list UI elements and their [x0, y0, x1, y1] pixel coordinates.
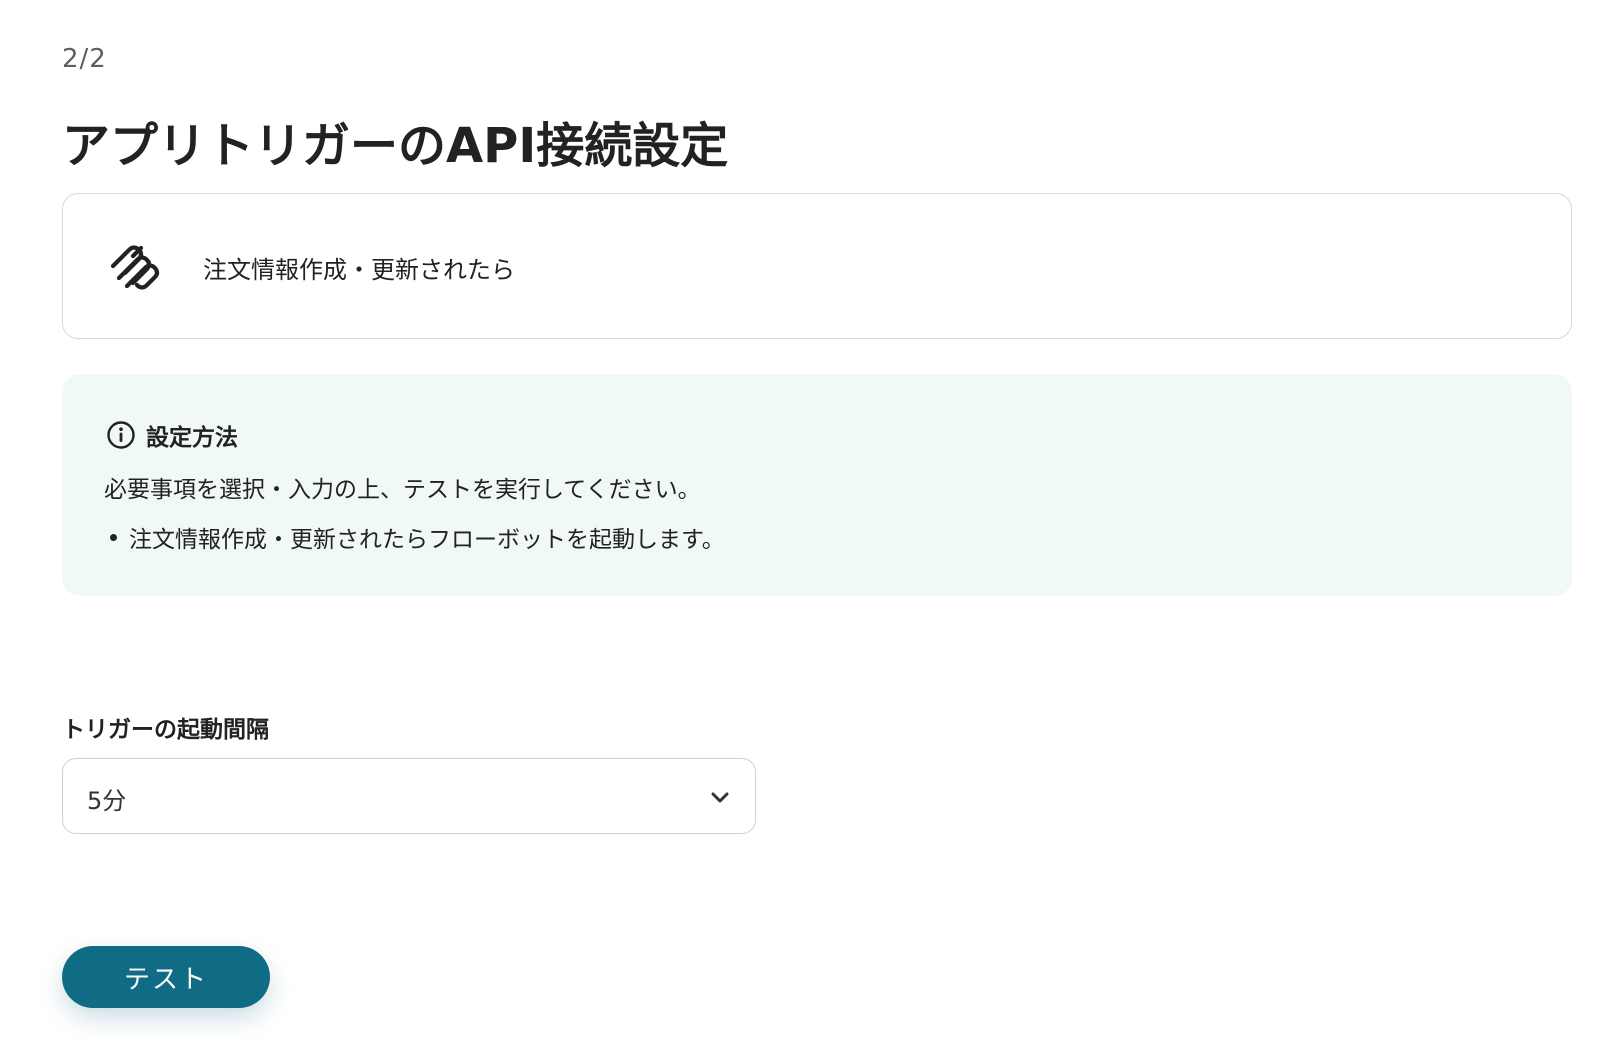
info-circle-icon	[107, 421, 135, 449]
step-indicator: 2/2	[62, 44, 107, 74]
trigger-interval-label: トリガーの起動間隔	[62, 717, 269, 743]
trigger-card: 注文情報作成・更新されたら	[62, 193, 1572, 339]
bullet-icon	[110, 533, 117, 541]
trigger-interval-value: 5分	[87, 787, 127, 815]
setup-instructions-box: 設定方法 必要事項を選択・入力の上、テストを実行してください。 注文情報作成・更…	[62, 374, 1572, 596]
api-connection-settings-page: 2/2 アプリトリガーのAPI接続設定 注文情報作成・更新されたら 設定方法 必…	[0, 0, 1600, 1061]
setup-instructions-header: 設定方法	[106, 418, 238, 452]
page-title: アプリトリガーのAPI接続設定	[62, 118, 729, 174]
chevron-down-icon	[711, 792, 729, 803]
setup-instructions-title: 設定方法	[146, 425, 238, 451]
setup-instructions-list: 注文情報作成・更新されたらフローボットを起動します。	[104, 520, 725, 554]
list-item-text: 注文情報作成・更新されたらフローボットを起動します。	[129, 527, 725, 553]
test-button[interactable]: テスト	[62, 946, 270, 1008]
trigger-name: 注文情報作成・更新されたら	[203, 256, 515, 284]
squarespace-logo-icon	[110, 245, 160, 290]
setup-instructions-text: 必要事項を選択・入力の上、テストを実行してください。	[104, 477, 701, 503]
trigger-interval-select[interactable]: 5分	[62, 758, 756, 834]
list-item: 注文情報作成・更新されたらフローボットを起動します。	[104, 520, 725, 554]
